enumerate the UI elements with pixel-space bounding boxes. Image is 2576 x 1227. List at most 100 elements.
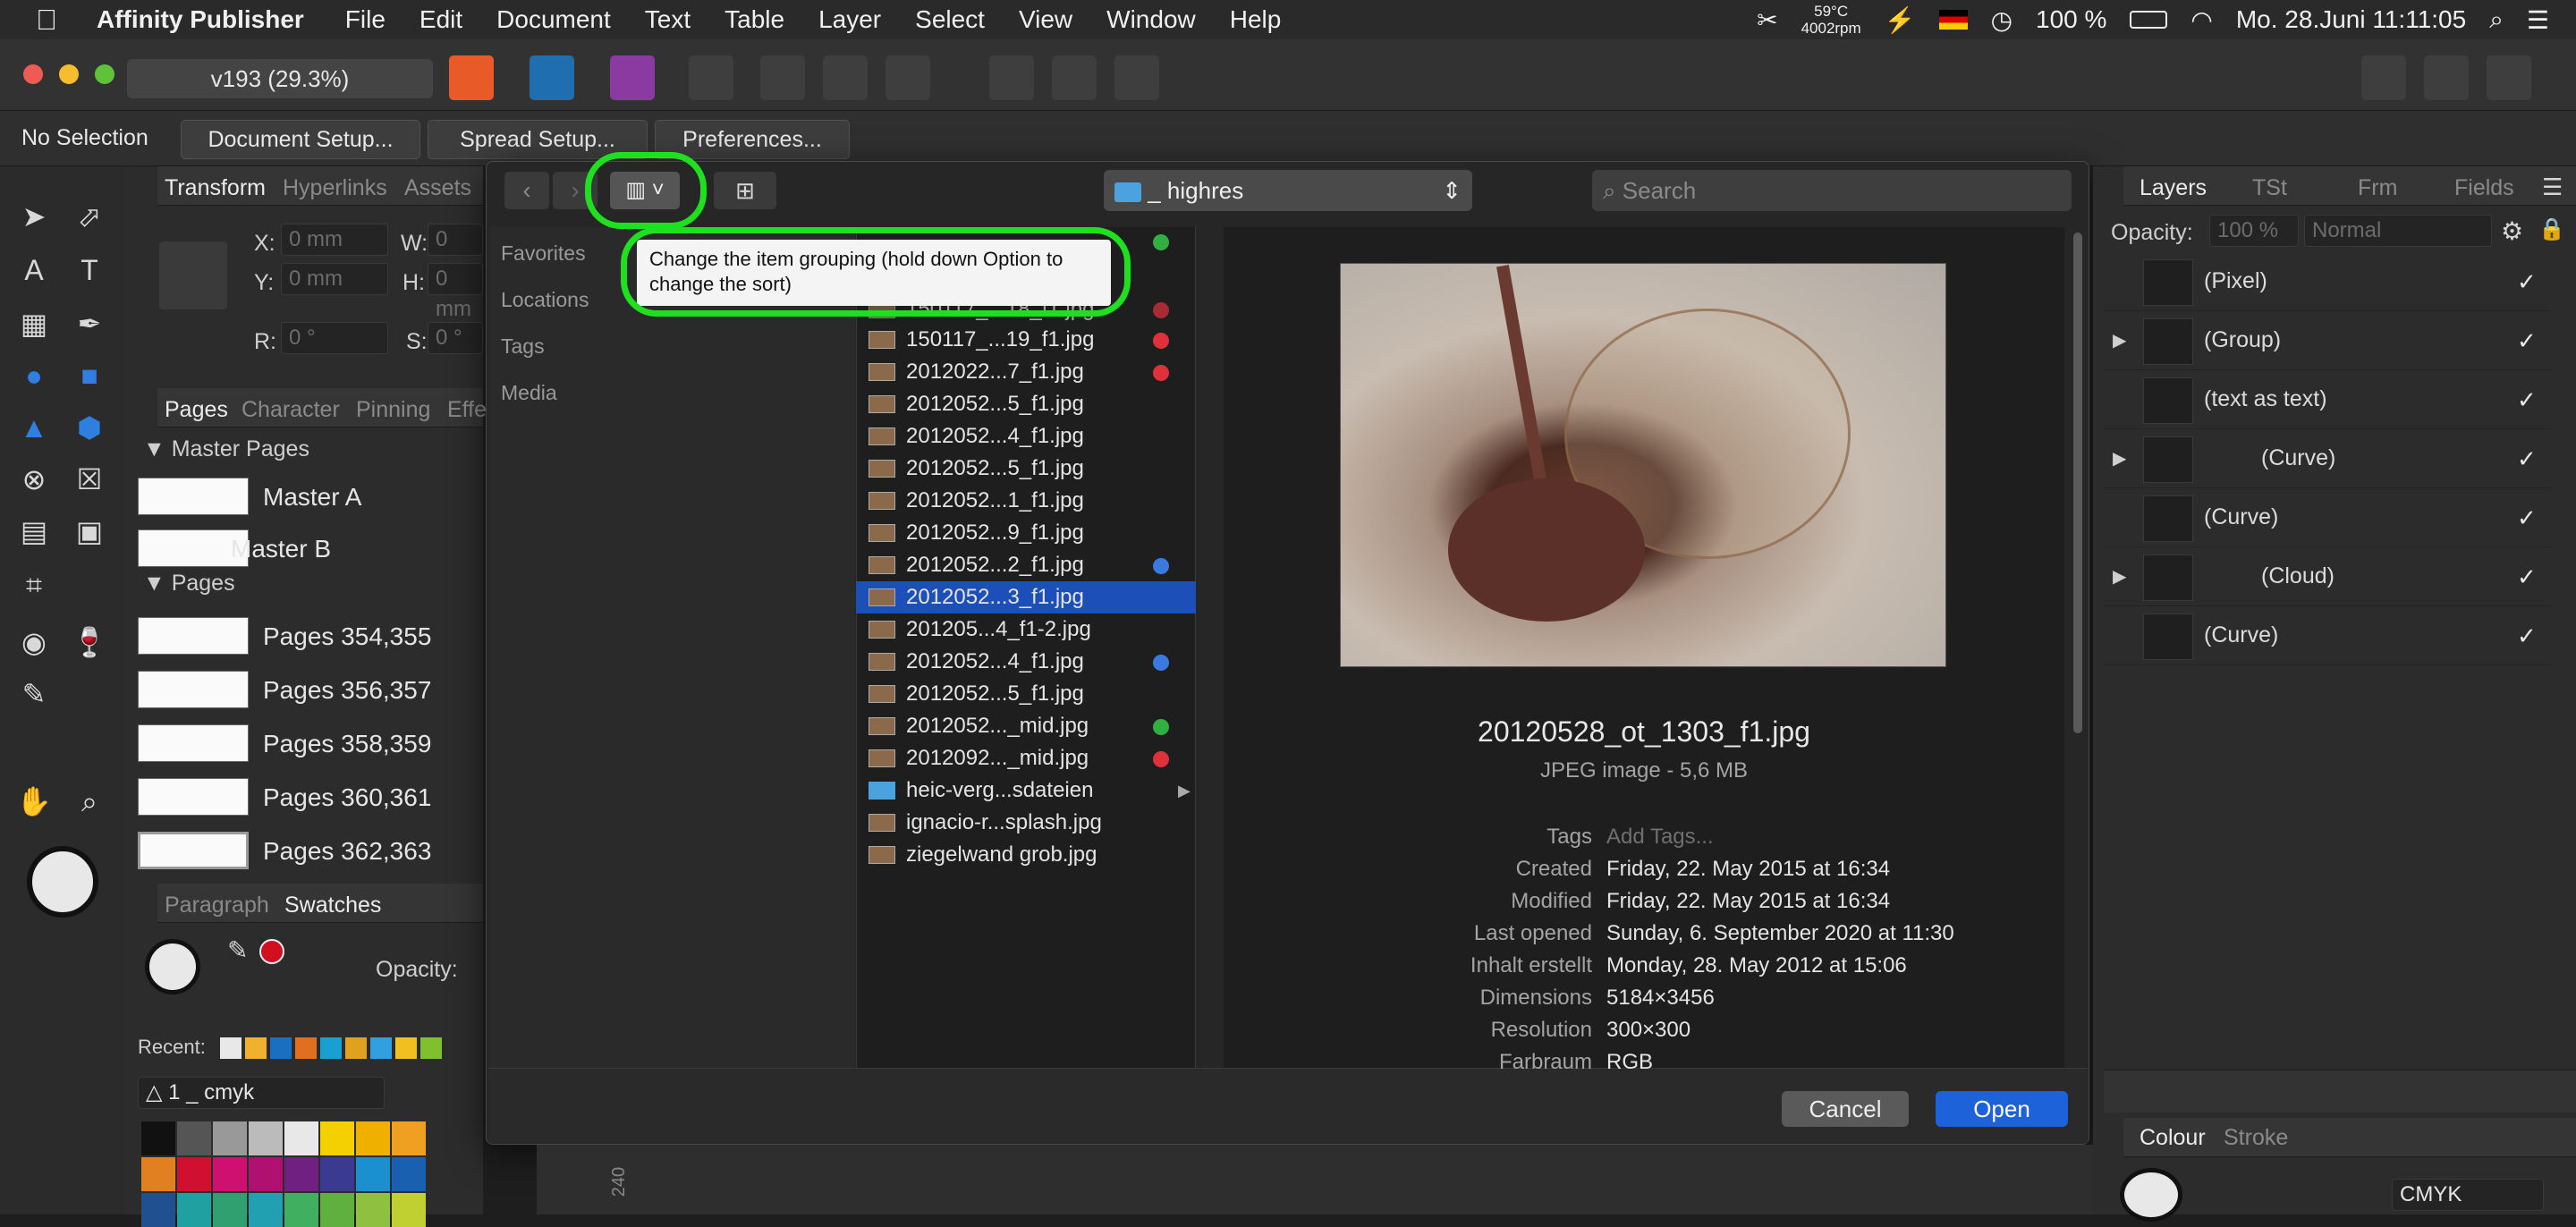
panel-menu-icon[interactable]: ☰ (2542, 173, 2563, 201)
visibility-checkbox[interactable]: ✓ (2517, 445, 2537, 473)
visibility-checkbox[interactable]: ✓ (2517, 504, 2537, 532)
palette-swatch[interactable] (141, 1193, 175, 1227)
page-thumb[interactable] (138, 724, 249, 762)
lock-icon[interactable]: 🔒 (2538, 216, 2565, 242)
tab-stroke[interactable]: Stroke (2224, 1125, 2288, 1151)
temperature-readout[interactable]: 59°C 4002rpm (1801, 3, 1861, 37)
zoom-window-button[interactable] (95, 64, 114, 84)
clip-icon[interactable] (2424, 55, 2469, 100)
folder-row[interactable]: heic-verg...sdateien ▶ (856, 774, 1196, 807)
menu-text[interactable]: Text (645, 5, 691, 34)
palette-swatch[interactable] (356, 1121, 390, 1155)
tab-pages[interactable]: Pages (165, 397, 228, 423)
minimize-window-button[interactable] (59, 64, 79, 84)
palette-swatch[interactable] (392, 1193, 426, 1227)
preferences-button[interactable]: Preferences... (655, 120, 850, 159)
swatch-fill-well[interactable] (145, 939, 200, 994)
triangle-tool-icon[interactable]: ▲ (16, 410, 52, 445)
palette-swatch[interactable] (284, 1193, 318, 1227)
palette-swatch[interactable] (177, 1157, 211, 1191)
tab-assets[interactable]: Assets (404, 175, 471, 201)
picture-frame-ellipse-icon[interactable]: ⊗ (16, 461, 52, 497)
designer-persona-icon[interactable] (530, 55, 574, 100)
file-row[interactable]: 2012052...4_f1.jpg (856, 646, 1196, 678)
menu-layer[interactable]: Layer (818, 5, 881, 34)
tab-layers[interactable]: Layers (2140, 175, 2207, 201)
search-field[interactable]: ⌕ Search (1592, 170, 2072, 211)
recent-swatch[interactable] (295, 1037, 317, 1059)
file-row[interactable]: 2012052...4_f1.jpg (856, 420, 1196, 453)
master-pages-header[interactable]: ▼ Master Pages (143, 436, 309, 462)
blend-mode-select[interactable]: Normal (2304, 215, 2492, 247)
battery-icon[interactable] (2130, 11, 2168, 29)
visibility-checkbox[interactable]: ✓ (2517, 386, 2537, 414)
sidebar-media[interactable]: Media (501, 381, 557, 405)
red-colour-dot[interactable] (259, 939, 284, 964)
node-tool-icon[interactable]: ⬀ (72, 199, 107, 234)
recent-swatch[interactable] (220, 1037, 242, 1059)
recent-swatch[interactable] (270, 1037, 292, 1059)
layer-row[interactable]: (text as text) ✓ (2104, 372, 2551, 429)
preview-mode-icon[interactable] (689, 55, 733, 100)
h-field[interactable]: 0 mm (428, 263, 483, 321)
menu-file[interactable]: File (345, 5, 386, 34)
transparency-tool-icon[interactable]: 🍷 (72, 624, 107, 660)
file-row[interactable]: 150117_...19_f1.jpg (856, 324, 1196, 356)
crop-tool-icon[interactable]: ⌗ (16, 567, 52, 603)
document-setup-button[interactable]: Document Setup... (181, 120, 420, 159)
assistant-icon[interactable] (823, 55, 868, 100)
recent-swatch[interactable] (370, 1037, 392, 1059)
anchor-selector[interactable] (159, 241, 227, 309)
layer-row[interactable]: ▶ (Cloud) ✓ (2104, 549, 2551, 606)
scissors-icon[interactable]: ✂ (1757, 5, 1777, 35)
spotlight-search-icon[interactable]: ⌕ (2489, 5, 2504, 35)
location-popup[interactable]: _ highres ⇕ (1104, 170, 1472, 211)
palette-swatch[interactable] (356, 1193, 390, 1227)
palette-swatch[interactable] (320, 1193, 354, 1227)
picture-frame-rect-icon[interactable]: ☒ (72, 461, 107, 497)
pen-tool-icon[interactable]: ✒ (72, 306, 107, 342)
cancel-button[interactable]: Cancel (1782, 1091, 1909, 1127)
shear-field[interactable]: 0 ° (428, 322, 483, 354)
layer-row[interactable]: (Pixel) ✓ (2104, 254, 2551, 311)
palette-swatch[interactable] (249, 1193, 283, 1227)
sidebar-favorites[interactable]: Favorites (501, 241, 586, 266)
artistic-text-tool-icon[interactable]: A (16, 252, 52, 288)
document-title[interactable]: v193 (29.3%) (127, 59, 433, 98)
expand-triangle-icon[interactable]: ▶ (2113, 447, 2126, 470)
tab-colour[interactable]: Colour (2140, 1125, 2206, 1151)
master-a-label[interactable]: Master A (263, 483, 361, 528)
close-window-button[interactable] (23, 64, 43, 84)
file-row[interactable]: 201205...4_f1-2.jpg (856, 614, 1196, 646)
recent-swatch[interactable] (345, 1037, 367, 1059)
recent-swatch[interactable] (395, 1037, 417, 1059)
publisher-persona-icon[interactable] (449, 55, 494, 100)
palette-swatch[interactable] (213, 1157, 247, 1191)
move-tool-icon[interactable]: ➤ (16, 199, 52, 234)
tab-character[interactable]: Character (242, 397, 340, 423)
tab-paragraph[interactable]: Paragraph (165, 893, 269, 918)
tab-fields[interactable]: Fields (2454, 175, 2514, 201)
tab-hyperlinks[interactable]: Hyperlinks (283, 175, 387, 201)
gear-icon[interactable]: ⚙ (2501, 216, 2523, 246)
tab-text-frame[interactable]: Frm (2358, 175, 2397, 201)
palette-selector[interactable]: △ 1 _ cmyk (138, 1077, 385, 1109)
eyedropper-icon[interactable]: ✎ (227, 935, 248, 965)
open-button[interactable]: Open (1936, 1091, 2068, 1127)
file-row[interactable]: 2012022...7_f1.jpg (856, 356, 1196, 388)
control-center-icon[interactable]: ☰ (2527, 5, 2549, 35)
menu-document[interactable]: Document (496, 5, 611, 34)
snapping-magnet-icon[interactable] (886, 55, 930, 100)
palette-swatch[interactable] (177, 1193, 211, 1227)
colour-picker-icon[interactable]: ◉ (16, 624, 52, 660)
fit-icon[interactable] (2487, 55, 2531, 100)
palette-swatch[interactable] (249, 1157, 283, 1191)
german-flag-icon[interactable] (1938, 10, 1968, 30)
palette-swatch[interactable] (320, 1121, 354, 1155)
sidebar-locations[interactable]: Locations (501, 288, 589, 312)
colour-well[interactable] (2120, 1168, 2182, 1222)
file-row[interactable]: 2012052...3_f1.jpg (856, 581, 1196, 614)
scrollbar[interactable] (2073, 233, 2082, 733)
palette-swatch[interactable] (213, 1193, 247, 1227)
tab-swatches[interactable]: Swatches (284, 893, 381, 918)
